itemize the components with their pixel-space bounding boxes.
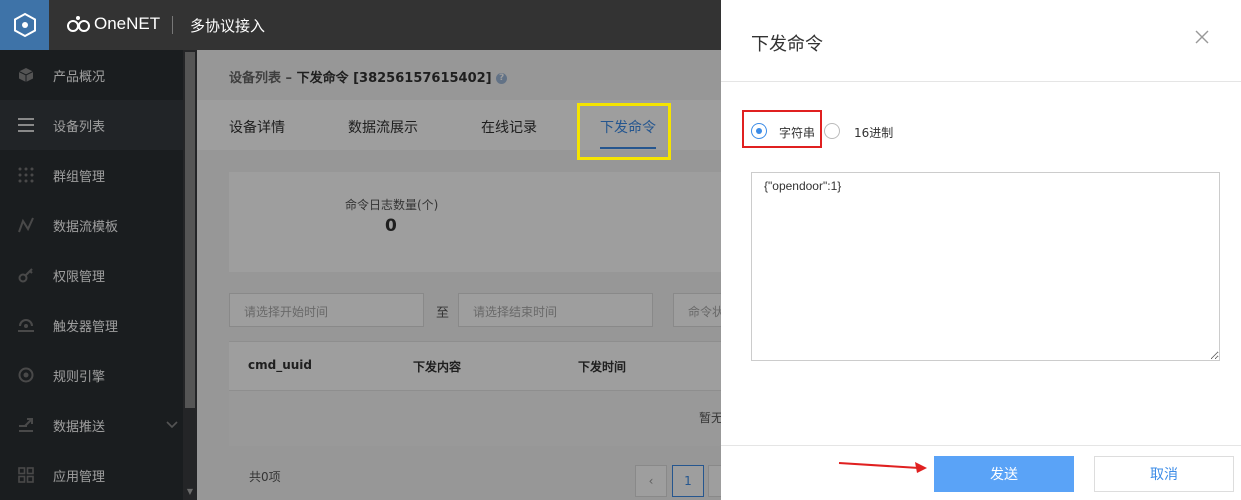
annotation-arrow-icon (838, 462, 927, 473)
drawer-title: 下发命令 (751, 34, 823, 55)
send-command-drawer: 下发命令 字符串 16进制 {"opendoor":1} 发送 取消 (721, 0, 1241, 500)
home-logo-button[interactable] (0, 0, 49, 50)
cancel-button[interactable]: 取消 (1094, 456, 1234, 492)
send-button[interactable]: 发送 (934, 456, 1074, 492)
radio-hex-label[interactable]: 16进制 (854, 124, 893, 141)
onenet-logo-icon (67, 16, 90, 32)
radio-string-label[interactable]: 字符串 (779, 124, 815, 141)
app-title: 多协议接入 (190, 17, 266, 35)
radio-hex[interactable] (824, 123, 840, 139)
radio-string[interactable] (751, 123, 767, 139)
command-payload-textarea[interactable]: {"opendoor":1} (751, 172, 1220, 361)
annotation-highlight-yellow (577, 103, 671, 160)
close-icon[interactable] (1195, 30, 1213, 48)
brand-logo[interactable]: OneNET (66, 14, 160, 34)
drawer-header-divider (721, 81, 1241, 82)
header-divider (172, 16, 173, 34)
hexagon-logo-icon (13, 12, 36, 38)
drawer-footer-divider (721, 445, 1241, 446)
brand-name: OneNET (94, 14, 161, 33)
